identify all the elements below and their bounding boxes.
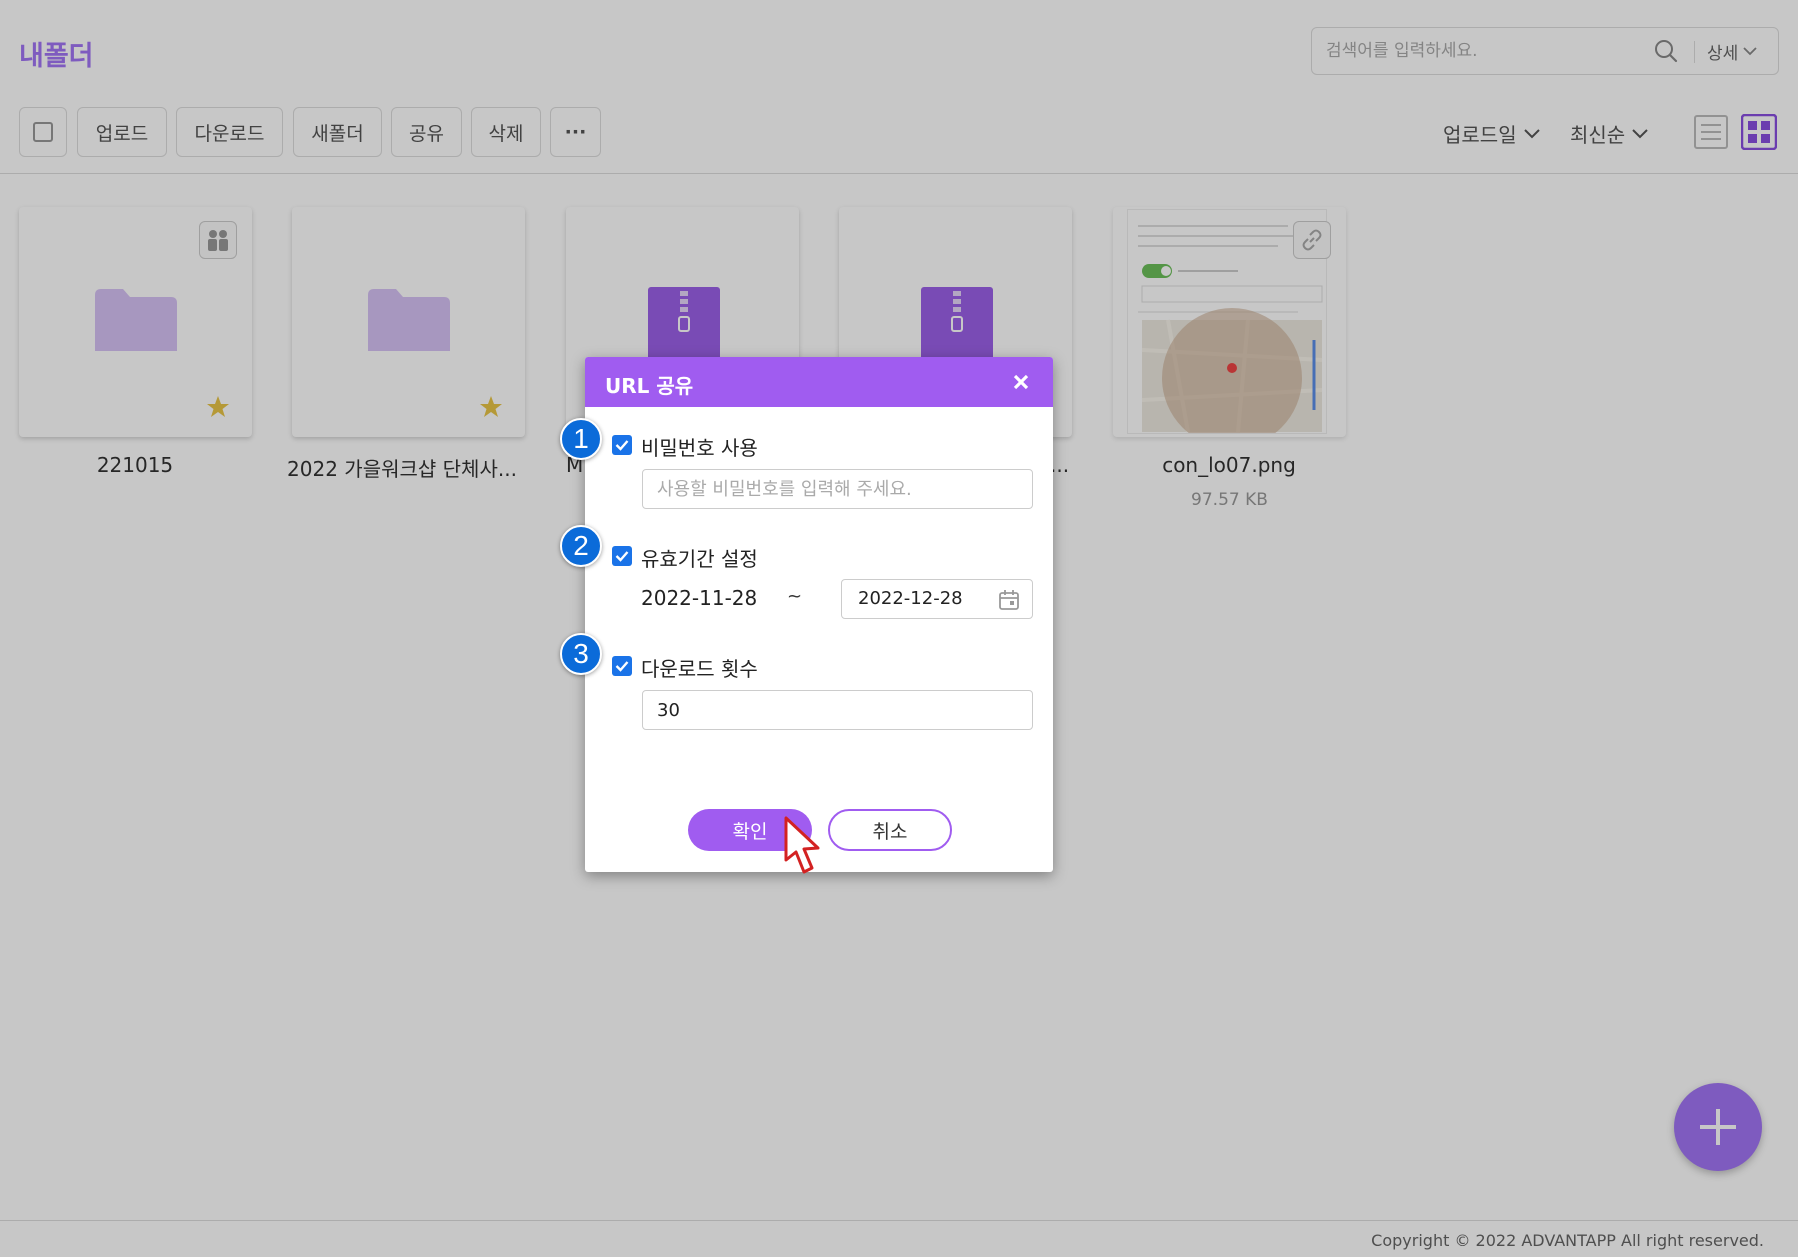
checkmark-icon <box>615 661 629 672</box>
checkmark-icon <box>615 551 629 562</box>
close-icon <box>1013 374 1029 390</box>
download-count-label: 다운로드 횟수 <box>641 657 758 681</box>
cancel-button[interactable]: 취소 <box>828 809 952 851</box>
step-badge: 3 <box>560 633 602 675</box>
close-button[interactable] <box>1009 370 1033 394</box>
password-label: 비밀번호 사용 <box>641 436 758 460</box>
password-field[interactable] <box>642 469 1033 509</box>
end-date-field[interactable]: 2022-12-28 <box>841 579 1033 619</box>
date-range-separator: ~ <box>787 586 803 607</box>
download-count-checkbox[interactable] <box>612 656 632 676</box>
end-date-value: 2022-12-28 <box>858 588 963 609</box>
mouse-cursor-icon <box>784 816 820 874</box>
step-badge: 1 <box>560 418 602 460</box>
dialog-header: URL 공유 <box>585 357 1053 407</box>
start-date: 2022-11-28 <box>641 586 758 610</box>
expiry-checkbox[interactable] <box>612 546 632 566</box>
checkmark-icon <box>615 440 629 451</box>
url-share-dialog: URL 공유 비밀번호 사용 유효기간 설정 2022-11-28 ~ 2022… <box>585 357 1053 872</box>
password-checkbox[interactable] <box>612 435 632 455</box>
step-badge: 2 <box>560 525 602 567</box>
expiry-label: 유효기간 설정 <box>641 547 758 571</box>
dialog-title: URL 공유 <box>605 374 694 398</box>
download-count-field[interactable] <box>642 690 1033 730</box>
calendar-icon[interactable] <box>998 589 1020 611</box>
